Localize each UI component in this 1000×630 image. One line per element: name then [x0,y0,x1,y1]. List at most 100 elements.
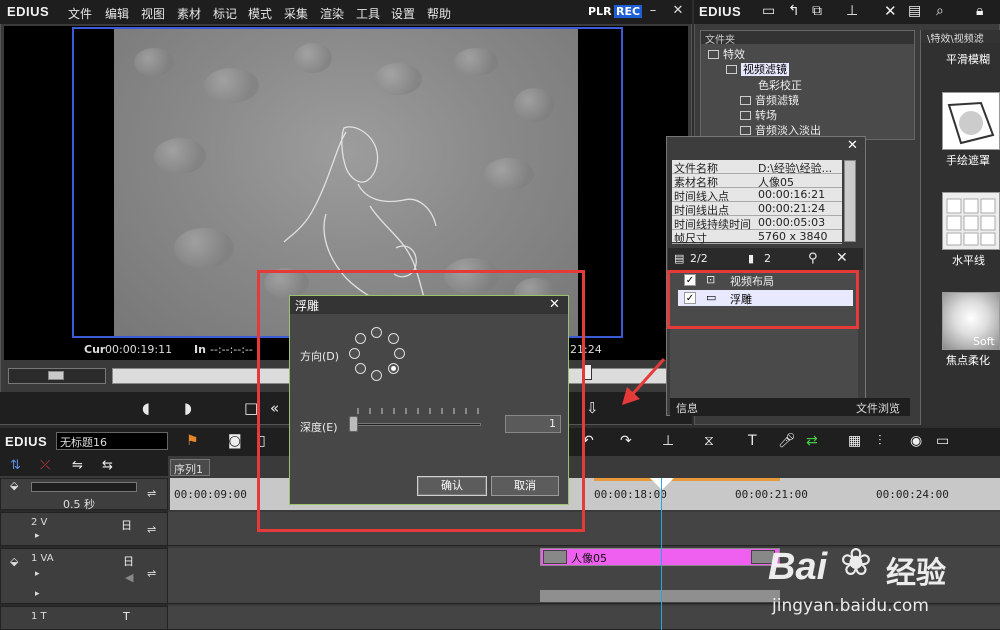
insert-icon[interactable]: ⇆ [102,458,113,473]
overwrite-icon[interactable]: ⇋ [72,458,83,473]
keyframe-icon: ▮ [748,252,755,265]
grid-icon [946,198,996,246]
mark-in-icon[interactable]: ◖ [142,399,150,417]
effect-thumb-mask[interactable] [942,92,1000,150]
menu-clip[interactable]: 素材 [177,5,201,22]
menu-edit[interactable]: 编辑 [105,5,129,22]
expand-audio-icon[interactable]: ▸ [35,589,40,599]
menu-settings[interactable]: 设置 [391,5,415,22]
track-sync-icon[interactable]: ⇌ [147,567,156,580]
zoom-slider[interactable] [31,482,137,492]
track-type-icon: T [123,610,130,623]
menu-tools[interactable]: 工具 [356,5,380,22]
menu-help[interactable]: 帮助 [427,5,451,22]
clip-audio[interactable] [540,590,780,602]
info-row: 时间线持续时间 00:00:05:03 [672,216,842,231]
camera-icon[interactable]: ◙ [228,433,242,449]
timeline-logo: EDIUS [5,434,48,449]
tree-item-effects[interactable]: 特效 [708,46,745,62]
expand-track-icon[interactable]: ▸ [35,531,40,541]
delete-icon[interactable]: ✕ [884,2,897,20]
info-table: 文件名称 D:\经验\经验... 素材名称 人像05 时间线入点 00:00:16:2… [672,160,842,245]
menu-mode[interactable]: 模式 [248,5,272,22]
expand-track-icon[interactable]: ▸ [35,569,40,579]
effect-label: 焦点柔化 [946,354,990,367]
timeline-clip[interactable]: 人像05 [540,548,780,566]
track-type-icon: 日 [123,555,134,568]
project-name: 无标题16 [56,432,168,450]
key-count: 2 [764,252,771,265]
menu-render[interactable]: 渲染 [320,5,344,22]
track-sync-icon[interactable]: ⇌ [147,523,156,536]
effect-label: 平滑模糊 [946,53,990,66]
info-row: 时间线入点 00:00:16:21 [672,188,842,203]
color-icon[interactable]: ◉ [910,433,922,449]
speaker-icon[interactable]: ◀ [125,571,133,584]
tree-item-audio-filters[interactable]: 音频滤镜 [740,92,799,108]
new-sequence-icon[interactable]: ⚑ [186,433,199,449]
split-icon[interactable]: ⊥ [662,433,674,449]
ripple-icon[interactable]: ⧖ [704,433,714,449]
track-name: 1 T [31,611,47,622]
track-sync-icon[interactable]: ⇅ [10,458,21,473]
timescale-header: ⬙ 0.5 秒 ⇌ [0,478,168,511]
lock-icon[interactable]: 🔒︎ [976,3,983,19]
soft-label: Soft [973,335,995,348]
tree-item-color-correction[interactable]: 色彩校正 [758,77,802,93]
paw-icon: ❀ [840,540,872,584]
annotation-box-dialog [257,270,585,532]
bin-view-icon[interactable]: ⧉ [812,3,822,19]
pin-icon[interactable]: ⬙ [10,479,18,492]
info-row: 素材名称 人像05 [672,174,842,189]
menu-marker[interactable]: 标记 [213,5,237,22]
cur-timecode: 00:00:19:11 [105,343,173,356]
add-effect-icon[interactable]: ⚲ [808,251,818,266]
search-icon[interactable]: ⌕ [936,3,944,19]
close-icon[interactable]: ✕ [670,3,686,19]
pin-icon[interactable]: ⬙ [10,555,18,568]
clip-label: 人像05 [571,552,607,565]
monitor-icon[interactable]: ▭ [936,433,949,449]
tree-item-video-filters[interactable]: 视频滤镜 [726,61,789,77]
expand-icon[interactable]: ⇌ [147,487,156,500]
link-icon[interactable]: ⤫ [40,458,50,473]
tab-sequence[interactable]: 序列1 [170,459,210,476]
bin-logo: EDIUS [699,4,742,19]
path-header: \特效\视频滤 [921,30,1000,43]
effect-thumb-soft[interactable]: Soft [942,292,1000,350]
render-icon[interactable]: ⇄ [806,433,818,449]
track-header: ⬙ 1 VA 日 ▸ ◀ ▸ ⇌ [0,548,168,604]
title-icon[interactable]: T [748,433,757,449]
menu-view[interactable]: 视图 [141,5,165,22]
layer-count: 2/2 [690,252,708,265]
tree-item-transitions[interactable]: 转场 [740,107,777,123]
grid-view-icon[interactable]: ▦ [848,433,861,449]
rec-badge[interactable]: REC [614,5,643,18]
tab-file-browse[interactable]: 文件浏览 [856,400,900,416]
output-icon[interactable]: ⇩ [586,399,599,417]
folder-icon[interactable]: ▭ [762,3,775,19]
effect-thumb-grid[interactable] [942,192,1000,250]
info-row: 时间线出点 00:00:21:24 [672,202,842,217]
playhead-marker[interactable] [650,478,674,490]
track-name: 2 V [31,517,48,528]
remove-effect-icon[interactable]: ✕ [836,250,848,266]
close-icon[interactable]: ✕ [847,138,858,153]
mixer-icon[interactable]: ⫶ [878,433,882,449]
menu-file[interactable]: 文件 [68,5,92,22]
properties-icon[interactable]: ▤ [908,3,921,19]
mark-out-icon[interactable]: ◗ [184,399,192,417]
plr-badge[interactable]: PLR [588,5,612,18]
shuttle-handle[interactable] [48,371,64,380]
bin-toolbar: EDIUS ▭ ↰ ⧉ ⊥ ✕ ▤ ⌕ 🔒︎ [694,0,1000,24]
redo-icon[interactable]: ↷ [620,433,632,449]
up-folder-icon[interactable]: ↰ [788,3,800,19]
tab-info[interactable]: 信息 [676,400,698,416]
annotation-box-layer [667,270,859,329]
menu-capture[interactable]: 采集 [284,5,308,22]
menu-bar: EDIUS 文件 编辑 视图 素材 标记 模式 采集 渲染 工具 设置 帮助 P… [0,0,692,24]
add-to-timeline-icon[interactable]: ⊥ [846,3,858,19]
info-scrollbar[interactable] [844,160,856,242]
minimize-icon[interactable]: – [645,3,661,19]
mic-icon[interactable]: 🎤︎ [778,433,796,449]
